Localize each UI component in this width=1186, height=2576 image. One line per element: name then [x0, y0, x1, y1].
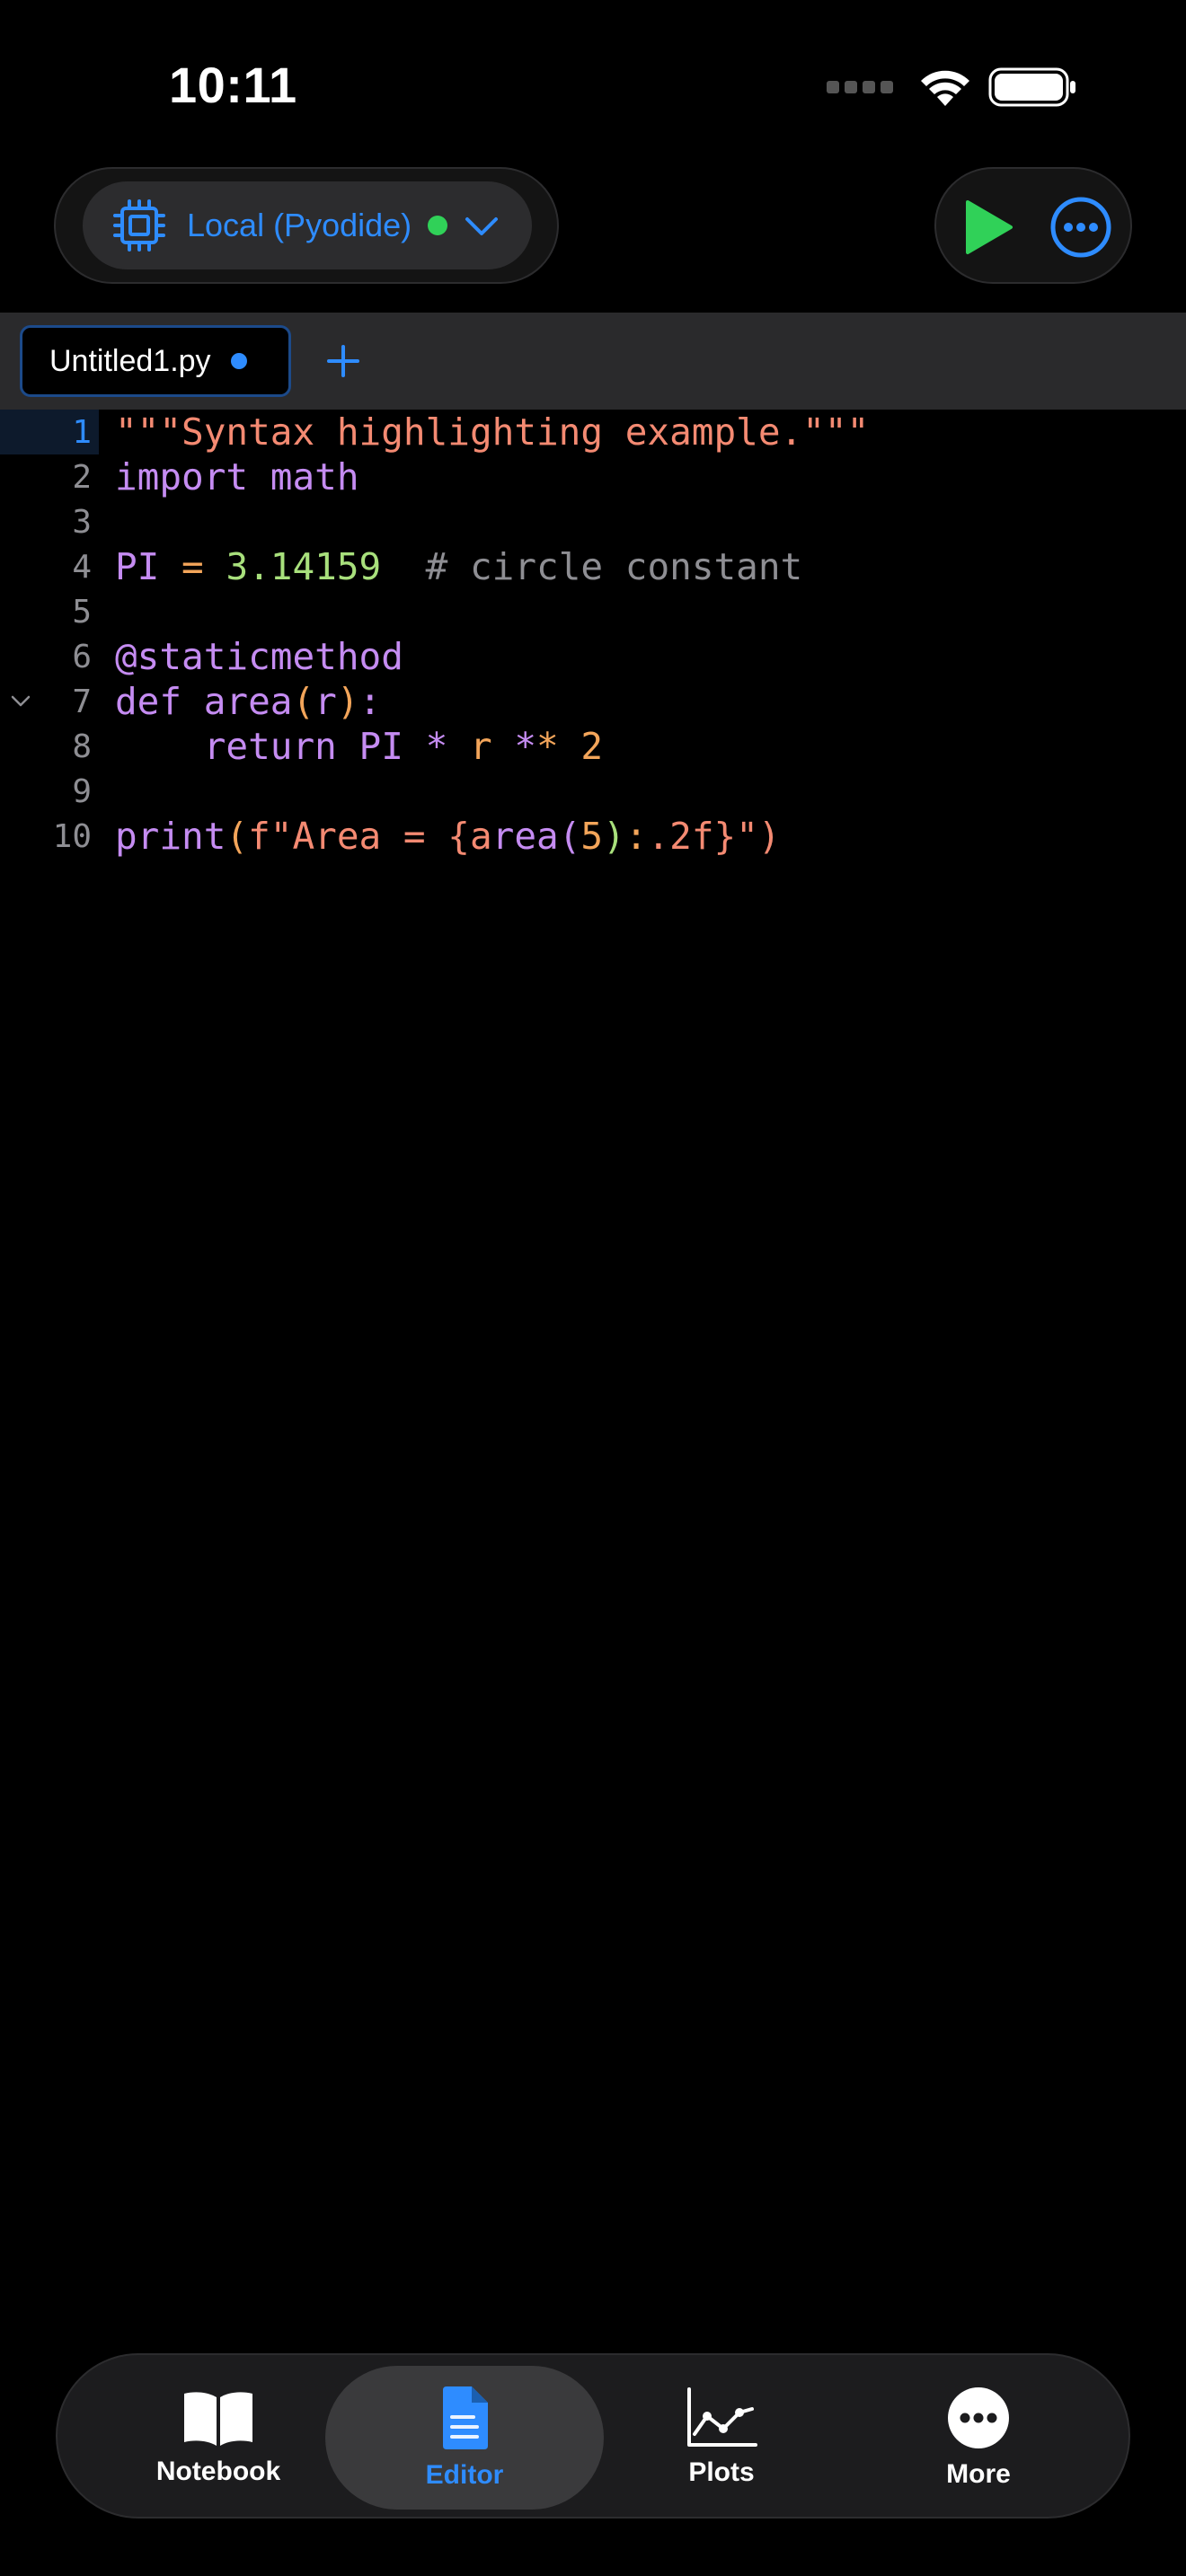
nav-label: Editor: [425, 2460, 504, 2490]
line-number: 8: [72, 728, 92, 765]
code-line[interactable]: 5: [0, 589, 1186, 634]
nav-more[interactable]: More: [839, 2366, 1118, 2510]
bottom-tab-bar: Notebook Editor Plots More: [56, 2353, 1130, 2519]
book-icon: [184, 2392, 252, 2446]
line-number: 1: [72, 413, 92, 451]
file-tab-label: Untitled1.py: [49, 343, 211, 378]
code-text: @staticmethod: [115, 635, 403, 678]
plus-icon: [327, 345, 359, 377]
file-tab-bar: Untitled1.py: [0, 313, 1186, 410]
nav-editor[interactable]: Editor: [325, 2366, 604, 2510]
chart-icon: [687, 2387, 757, 2447]
code-text: return PI * r ** 2: [115, 725, 604, 768]
document-icon: [443, 2386, 488, 2449]
ellipsis-circle-icon: [1050, 197, 1111, 258]
file-tab-untitled1[interactable]: Untitled1.py: [20, 325, 291, 397]
cpu-icon: [113, 199, 165, 251]
battery-icon: [988, 67, 1075, 107]
unsaved-indicator: [230, 353, 247, 369]
code-line[interactable]: 6 @staticmethod: [0, 634, 1186, 679]
code-line[interactable]: 3: [0, 499, 1186, 544]
run-button[interactable]: [954, 194, 1021, 260]
kernel-status-indicator: [428, 216, 448, 235]
line-number: 5: [72, 593, 92, 631]
code-line[interactable]: 1 """Syntax highlighting example.""": [0, 410, 1186, 454]
line-number: 6: [72, 638, 92, 675]
status-time: 10:11: [169, 57, 297, 113]
code-line[interactable]: 4 PI = 3.14159 # circle constant: [0, 544, 1186, 589]
wifi-icon: [921, 70, 969, 106]
code-line[interactable]: 10 print(f"Area = {area(5):.2f}"): [0, 814, 1186, 859]
code-line[interactable]: 8 return PI * r ** 2: [0, 724, 1186, 769]
line-number: 10: [52, 817, 92, 855]
code-line[interactable]: 7 def area(r):: [0, 679, 1186, 724]
nav-plots[interactable]: Plots: [582, 2366, 861, 2510]
nav-notebook[interactable]: Notebook: [79, 2366, 358, 2510]
kernel-label: Local (Pyodide): [187, 207, 412, 243]
code-text: """Syntax highlighting example.""": [115, 410, 870, 454]
add-tab-button[interactable]: [320, 332, 367, 390]
actions-container: [934, 167, 1132, 284]
more-options-button[interactable]: [1048, 194, 1114, 260]
code-line[interactable]: 2 import math: [0, 454, 1186, 499]
code-text: print(f"Area = {area(5):.2f}"): [115, 815, 781, 858]
code-text: import math: [115, 455, 359, 498]
play-icon: [966, 200, 1013, 254]
line-number: 9: [72, 772, 92, 810]
code-text: PI = 3.14159 # circle constant: [115, 545, 803, 588]
line-number: 2: [72, 458, 92, 496]
line-number: 4: [72, 548, 92, 586]
line-number: 7: [72, 683, 92, 720]
kernel-selector-container: Local (Pyodide): [54, 167, 559, 284]
status-icons: [827, 65, 1078, 110]
code-text: def area(r):: [115, 680, 382, 723]
nav-label: More: [946, 2459, 1011, 2489]
line-number: 3: [72, 503, 92, 541]
chevron-down-icon: [465, 217, 499, 235]
cellular-signal-icon: [827, 81, 893, 93]
kernel-selector[interactable]: Local (Pyodide): [83, 181, 532, 269]
ellipsis-icon: [948, 2387, 1009, 2448]
nav-label: Plots: [688, 2457, 755, 2487]
code-line[interactable]: 9: [0, 769, 1186, 814]
nav-label: Notebook: [155, 2457, 281, 2486]
screen: 10:11 Local (Pyodide) Untitled1.py 1 """…: [0, 0, 1186, 2576]
code-editor[interactable]: 1 """Syntax highlighting example.""" 2 i…: [0, 410, 1186, 859]
